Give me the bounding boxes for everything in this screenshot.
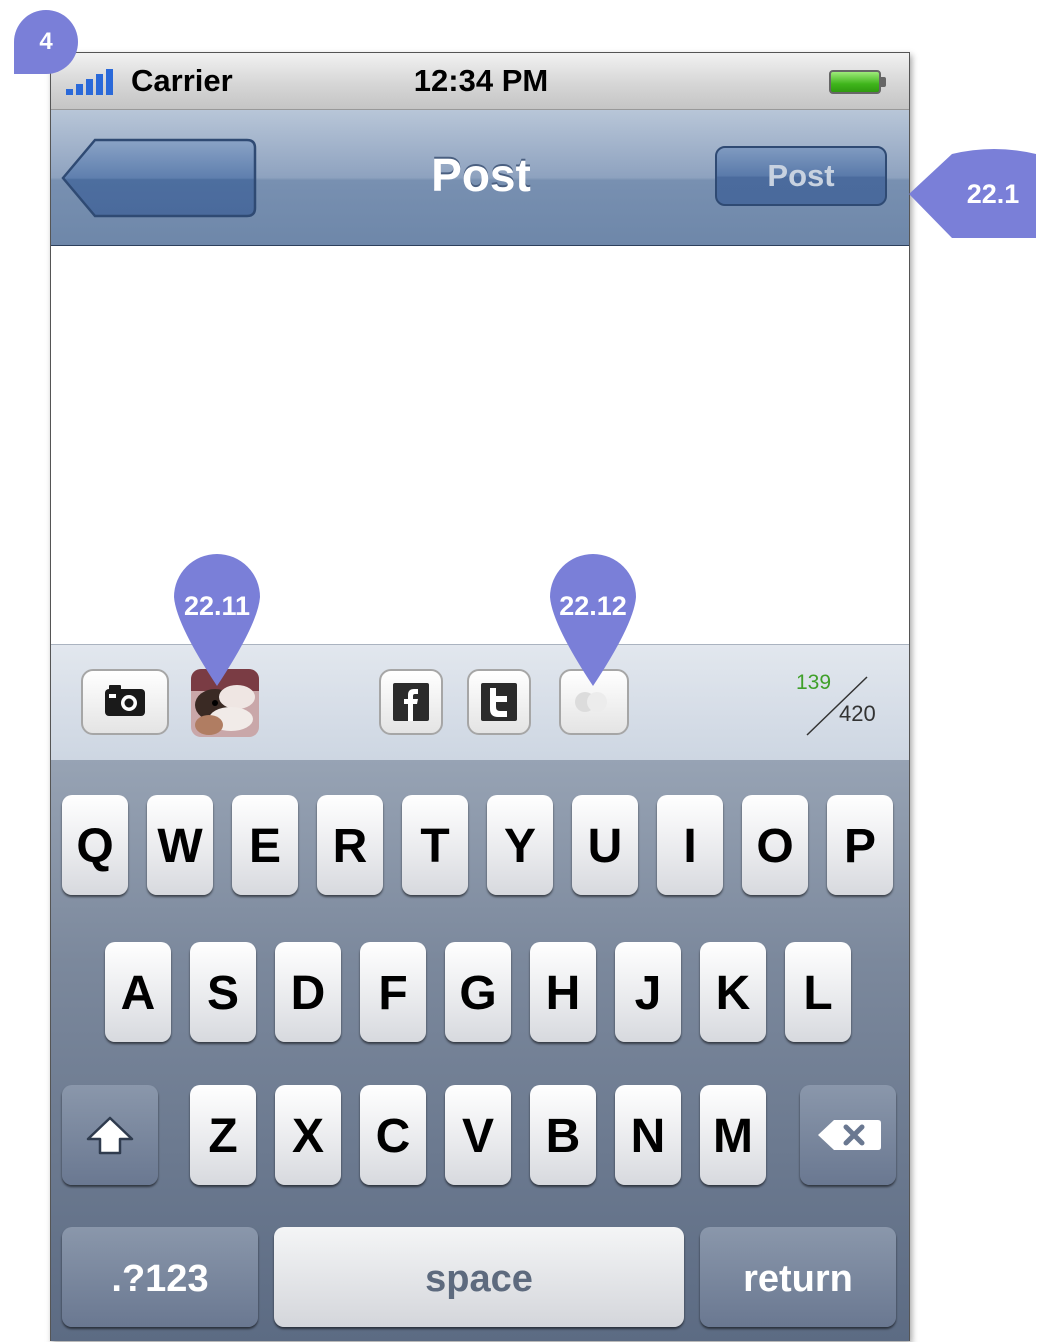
- phone-screen: Carrier 12:34 PM Post Post 139 420 Q W E…: [50, 52, 910, 1341]
- shift-icon: [86, 1116, 134, 1155]
- photo-annotation: 22.11: [183, 591, 251, 621]
- shift-key[interactable]: [62, 1085, 158, 1185]
- twitter-share-button[interactable]: [467, 669, 531, 735]
- key-j[interactable]: J: [615, 942, 681, 1042]
- key-f[interactable]: F: [360, 942, 426, 1042]
- twitter-icon: [481, 683, 517, 721]
- numbers-key[interactable]: .?123: [62, 1227, 258, 1327]
- status-time: 12:34 PM: [413, 63, 549, 98]
- nav-bar: Post Post: [51, 110, 909, 246]
- key-c[interactable]: C: [360, 1085, 426, 1185]
- key-l[interactable]: L: [785, 942, 851, 1042]
- key-e[interactable]: E: [232, 795, 298, 895]
- battery-icon: [829, 70, 881, 94]
- key-k[interactable]: K: [700, 942, 766, 1042]
- character-count: 139 420: [791, 671, 891, 741]
- backspace-icon: [818, 1120, 881, 1150]
- space-key[interactable]: space: [274, 1227, 684, 1327]
- keyboard: Q W E R T Y U I O P A S D F G H J K L Z …: [51, 760, 909, 1341]
- status-bar: Carrier 12:34 PM: [51, 53, 909, 110]
- key-u[interactable]: U: [572, 795, 638, 895]
- back-button[interactable]: [61, 138, 257, 218]
- chars-total: 420: [839, 701, 876, 726]
- key-n[interactable]: N: [615, 1085, 681, 1185]
- key-t[interactable]: T: [402, 795, 468, 895]
- screen-number-badge: 4: [14, 10, 78, 74]
- key-p[interactable]: P: [827, 795, 893, 895]
- key-y[interactable]: Y: [487, 795, 553, 895]
- facebook-icon: [393, 683, 429, 721]
- key-w[interactable]: W: [147, 795, 213, 895]
- camera-icon: [105, 685, 145, 716]
- key-x[interactable]: X: [275, 1085, 341, 1185]
- toggle-annotation: 22.12: [559, 591, 627, 621]
- key-h[interactable]: H: [530, 942, 596, 1042]
- facebook-share-button[interactable]: [379, 669, 443, 735]
- key-v[interactable]: V: [445, 1085, 511, 1185]
- key-o[interactable]: O: [742, 795, 808, 895]
- post-button[interactable]: Post: [715, 146, 887, 206]
- return-key[interactable]: return: [700, 1227, 896, 1327]
- key-z[interactable]: Z: [190, 1085, 256, 1185]
- battery-tip: [881, 77, 886, 87]
- key-b[interactable]: B: [530, 1085, 596, 1185]
- key-s[interactable]: S: [190, 942, 256, 1042]
- key-m[interactable]: M: [700, 1085, 766, 1185]
- signal-bars-icon: [66, 69, 118, 95]
- key-a[interactable]: A: [105, 942, 171, 1042]
- camera-button[interactable]: [81, 669, 169, 735]
- key-q[interactable]: Q: [62, 795, 128, 895]
- key-d[interactable]: D: [275, 942, 341, 1042]
- key-i[interactable]: I: [657, 795, 723, 895]
- post-button-annotation: 22.1: [966, 179, 1020, 209]
- nav-title: Post: [431, 149, 531, 201]
- backspace-key[interactable]: [800, 1085, 896, 1185]
- key-r[interactable]: R: [317, 795, 383, 895]
- key-g[interactable]: G: [445, 942, 511, 1042]
- carrier-label: Carrier: [131, 63, 233, 98]
